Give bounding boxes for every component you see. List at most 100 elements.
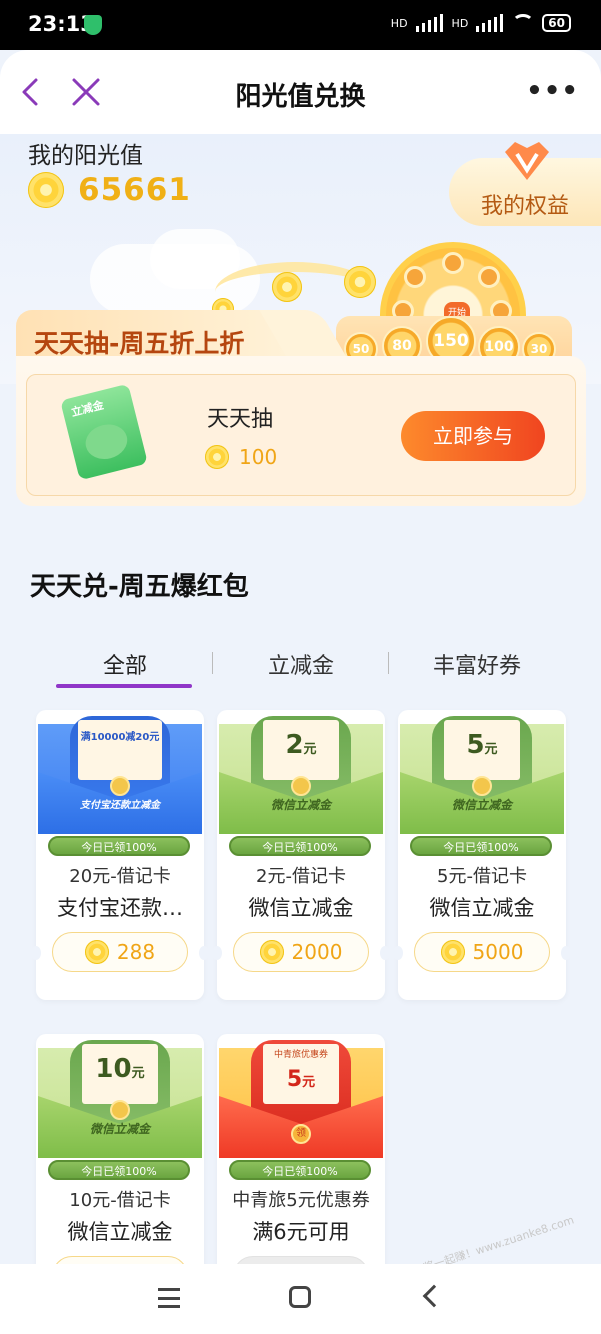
art-note: 10元: [82, 1044, 158, 1104]
coin-icon: [440, 940, 465, 964]
wheel-slot: [404, 266, 426, 288]
lottery-body: 立减金 天天抽 100 立即参与: [16, 356, 586, 506]
cyts-coupon-art: 中青旅优惠券 5元 领: [219, 1040, 383, 1158]
exchange-price-button[interactable]: 5000: [414, 932, 550, 972]
reward-card[interactable]: 2元 微信立减金 今日已领100% 2元-借记卡 微信立减金 2000: [212, 710, 390, 1000]
home-icon[interactable]: [289, 1286, 311, 1308]
card-subtitle: 10元-借记卡: [69, 1190, 171, 1211]
art-note-amount: 5元: [263, 1066, 339, 1097]
art-note-number: 5: [286, 1067, 303, 1092]
lottery-price-row: 100: [205, 445, 277, 469]
more-options-button[interactable]: •••: [526, 76, 579, 106]
card-notch: [561, 946, 571, 960]
wechat-envelope-art: 5元 微信立减金: [400, 716, 564, 834]
sunshine-value: 65661: [78, 172, 191, 208]
claimed-badge: 今日已领100%: [229, 836, 371, 856]
card-notch: [380, 946, 390, 960]
shield-icon: [84, 15, 102, 35]
art-note-amount: 5元: [444, 720, 520, 775]
card-title: 支付宝还款…: [57, 896, 183, 920]
card-notch: [212, 946, 222, 960]
art-caption: 微信立减金: [89, 1122, 150, 1136]
reward-card[interactable]: 5元 微信立减金 今日已领100% 5元-借记卡 微信立减金 5000: [393, 710, 571, 1000]
card-notch: [199, 946, 209, 960]
reward-card[interactable]: 满10000减20元 支付宝还款立减金 今日已领100% 20元-借记卡 支付宝…: [31, 710, 209, 1000]
page-title: 阳光值兑换: [235, 82, 366, 112]
claimed-badge: 今日已领100%: [410, 836, 552, 856]
art-note: 5元: [444, 720, 520, 780]
card-price: 5000: [472, 940, 524, 964]
exchange-price-button[interactable]: 2000: [233, 932, 369, 972]
art-note-unit: 元: [303, 742, 317, 757]
tab-divider: [388, 652, 389, 674]
art-note-unit: 元: [302, 1075, 316, 1090]
crown-badge-icon: [505, 142, 549, 180]
card-title: 微信立减金: [248, 896, 354, 920]
tab-instant-discount[interactable]: 立减金: [216, 648, 386, 680]
envelope-tag: 立减金: [69, 398, 105, 420]
art-note-number: 5: [466, 730, 485, 760]
hd-label-1: HD: [390, 16, 408, 30]
art-note: 中青旅优惠券 5元: [263, 1044, 339, 1104]
lottery-title: 天天抽-周五折上折: [34, 329, 245, 358]
coin-icon: [272, 272, 302, 302]
card-subtitle: 20元-借记卡: [69, 866, 171, 887]
wheel-slot: [442, 252, 464, 274]
coin-icon: [344, 266, 376, 298]
wifi-icon: [512, 14, 535, 32]
my-rights-label: 我的权益: [481, 194, 570, 219]
coin-seal-icon: [472, 776, 492, 796]
card-subtitle: 5元-借记卡: [437, 866, 527, 887]
art-note-number: 2: [285, 730, 304, 760]
art-note-number: 10: [95, 1054, 132, 1084]
lottery-card: 50 80 150 100 30 天天抽-周五折上折 立减金 天天抽 100 立…: [16, 310, 586, 506]
wechat-envelope-art: 10元 微信立减金: [38, 1040, 202, 1158]
coin-icon: [84, 940, 109, 964]
tab-coupons[interactable]: 丰富好券: [392, 648, 562, 680]
card-title: 微信立减金: [67, 1220, 173, 1244]
hd-label-2: HD: [451, 16, 469, 30]
category-tabs: 全部 立减金 丰富好券: [36, 640, 566, 690]
art-note-text: 满10000减20元: [80, 732, 160, 743]
coin-seal-icon: [291, 776, 311, 796]
claimed-badge: 今日已领100%: [48, 1160, 190, 1180]
art-note: 满10000减20元: [78, 720, 162, 780]
card-notch: [393, 946, 403, 960]
sunshine-label: 我的阳光值: [28, 143, 143, 169]
art-note-unit: 元: [484, 742, 498, 757]
battery-icon: 60: [542, 14, 571, 32]
wechat-face: [81, 420, 131, 464]
card-price: 2000: [291, 940, 343, 964]
status-bar: 23:13 HD HD 60: [0, 0, 601, 50]
join-now-button[interactable]: 立即参与: [401, 411, 545, 461]
my-rights-button[interactable]: 我的权益: [449, 142, 601, 226]
art-note-amount: 10元: [82, 1044, 158, 1099]
lottery-price: 100: [239, 445, 278, 469]
wechat-envelope-art: 2元 微信立减金: [219, 716, 383, 834]
tab-divider: [212, 652, 213, 674]
art-note-label: 中青旅优惠券: [273, 1050, 328, 1060]
exchange-price-button[interactable]: 288: [52, 932, 188, 972]
card-subtitle: 2元-借记卡: [256, 866, 346, 887]
app-header: 阳光值兑换 •••: [0, 50, 601, 134]
system-nav-bar: [0, 1264, 601, 1334]
card-title: 满6元可用: [252, 1220, 350, 1244]
claimed-badge: 今日已领100%: [48, 836, 190, 856]
art-note: 2元: [263, 720, 339, 780]
active-tab-indicator: [56, 684, 192, 688]
coin-seal-icon: [110, 776, 130, 796]
status-indicators: HD HD 60: [391, 14, 571, 32]
card-title: 微信立减金: [429, 896, 535, 920]
card-subtitle: 中青旅5元优惠券: [232, 1190, 370, 1211]
tab-all[interactable]: 全部: [40, 648, 210, 680]
art-caption: 微信立减金: [451, 798, 512, 812]
menu-icon[interactable]: [158, 1288, 180, 1308]
back-icon[interactable]: [422, 1284, 446, 1308]
signal-icon-2: [476, 14, 504, 32]
wheel-slot: [478, 266, 500, 288]
coin-seal-icon: [110, 1100, 130, 1120]
card-price: 288: [116, 940, 156, 964]
card-notch: [31, 946, 41, 960]
coin-icon: [205, 445, 229, 469]
green-envelope-icon: 立减金: [60, 383, 148, 481]
